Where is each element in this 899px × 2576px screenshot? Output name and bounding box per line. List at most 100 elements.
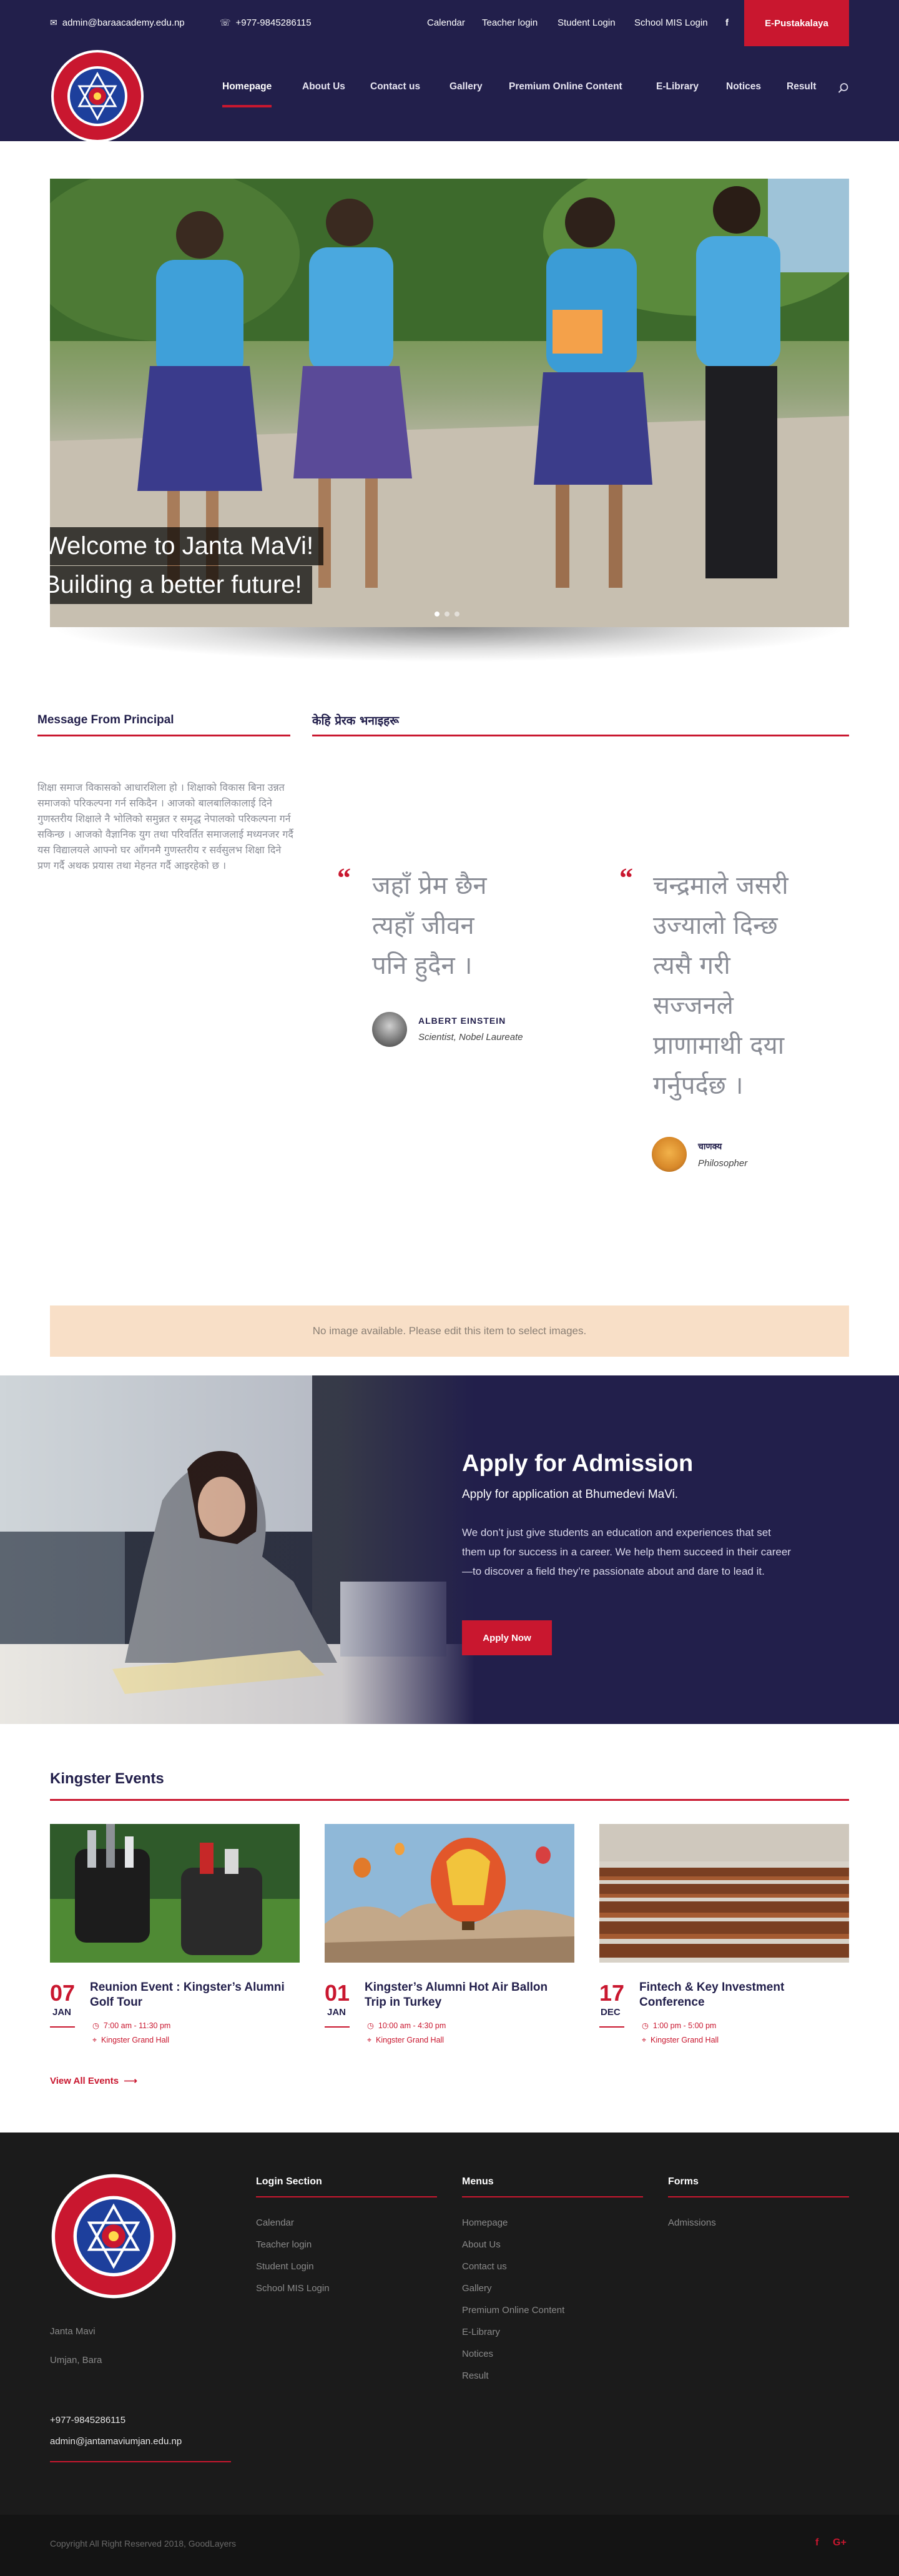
- top-bar: ✉ admin@baraacademy.edu.np ☏ +977-984528…: [0, 0, 899, 46]
- google-plus-icon[interactable]: G+: [833, 2537, 847, 2549]
- topbar-link-student-login[interactable]: Student Login: [558, 17, 616, 28]
- slider-dots: [435, 612, 459, 617]
- view-all-events-link[interactable]: View All Events ⟶: [50, 2075, 137, 2086]
- principal-heading: Message From Principal: [37, 713, 174, 726]
- event-3-month: DEC: [601, 2007, 621, 2018]
- footer-login-link[interactable]: Student Login: [256, 2261, 314, 2272]
- quote-mark-icon: “: [619, 863, 633, 893]
- event-2-location-text: Kingster Grand Hall: [376, 2036, 445, 2044]
- footer-login-link[interactable]: Teacher login: [256, 2239, 312, 2250]
- event-1-image[interactable]: [50, 1824, 300, 1963]
- nav-gallery[interactable]: Gallery: [450, 81, 483, 92]
- topbar-link-teacher-login[interactable]: Teacher login: [482, 17, 538, 28]
- topbar-email[interactable]: ✉ admin@baraacademy.edu.np: [50, 17, 185, 28]
- quote-1-line: त्यहाँ जीवन: [372, 911, 474, 940]
- footer-menu-link[interactable]: Homepage: [462, 2217, 508, 2228]
- nav-notices[interactable]: Notices: [726, 81, 761, 92]
- admission-body: We don’t just give students an education…: [462, 1527, 791, 1577]
- topbar-link-school-mis-login[interactable]: School MIS Login: [634, 17, 708, 28]
- event-3-location: ⌖ Kingster Grand Hall: [642, 2036, 719, 2045]
- footer-email[interactable]: admin@jantamaviumjan.edu.np: [50, 2436, 182, 2447]
- footer-menu-link[interactable]: Notices: [462, 2349, 493, 2359]
- facebook-icon[interactable]: f: [725, 17, 729, 28]
- location-pin-icon: ⌖: [367, 2036, 372, 2044]
- nav-premium-online-content[interactable]: Premium Online Content: [509, 81, 622, 92]
- event-2-title[interactable]: Kingster’s Alumni Hot Air Ballon Trip in…: [365, 1980, 571, 2010]
- event-3-time-text: 1:00 pm - 5:00 pm: [652, 2021, 717, 2030]
- hot-air-balloon-photo: [325, 1824, 574, 1963]
- event-3-location-text: Kingster Grand Hall: [651, 2036, 719, 2044]
- footer-menus-rule: [462, 2196, 643, 2197]
- quote-2-line: गर्नुपर्दछ ।: [653, 1071, 744, 1100]
- event-1-time: ◷ 7:00 am - 11:30 pm: [92, 2021, 170, 2030]
- event-2-image[interactable]: [325, 1824, 574, 1963]
- footer-menu-link[interactable]: Contact us: [462, 2261, 507, 2272]
- event-1-location: ⌖ Kingster Grand Hall: [92, 2036, 169, 2045]
- event-3-date-rule: [599, 2026, 624, 2028]
- footer-contact-rule: [50, 2461, 231, 2462]
- event-2-month: JAN: [327, 2007, 346, 2018]
- footer-menu-link[interactable]: E-Library: [462, 2327, 500, 2337]
- event-1-month: JAN: [52, 2007, 72, 2018]
- main-navbar: Homepage About Us Contact us Gallery Pre…: [0, 46, 899, 142]
- event-2-day: 01: [325, 1980, 350, 2006]
- footer-menu-link[interactable]: Premium Online Content: [462, 2305, 564, 2316]
- nav-homepage[interactable]: Homepage: [222, 81, 272, 107]
- nav-about-us[interactable]: About Us: [302, 81, 345, 92]
- no-image-notice: No image available. Please edit this ite…: [50, 1305, 849, 1357]
- slider-dot[interactable]: [445, 612, 450, 617]
- facebook-icon[interactable]: f: [815, 2537, 818, 2549]
- nav-e-library[interactable]: E-Library: [656, 81, 699, 92]
- auditorium-seats-photo: [599, 1824, 849, 1963]
- event-1-date-rule: [50, 2026, 75, 2028]
- clock-icon: ◷: [367, 2021, 374, 2030]
- nav-result[interactable]: Result: [787, 81, 816, 92]
- clock-icon: ◷: [642, 2021, 649, 2030]
- footer-menu-link[interactable]: Gallery: [462, 2283, 492, 2294]
- event-3-time: ◷ 1:00 pm - 5:00 pm: [642, 2021, 716, 2030]
- footer-login-link[interactable]: Calendar: [256, 2217, 294, 2228]
- footer-login-heading: Login Section: [256, 2176, 322, 2187]
- footer-phone[interactable]: +977-9845286115: [50, 2415, 125, 2425]
- footer-menu-link[interactable]: Result: [462, 2370, 489, 2381]
- event-1-time-text: 7:00 am - 11:30 pm: [103, 2021, 171, 2030]
- quote-2-line: उज्यालो दिन्छ: [653, 911, 778, 940]
- slider-dot[interactable]: [454, 612, 459, 617]
- admission-section: Apply for Admission Apply for applicatio…: [0, 1375, 899, 1724]
- footer-login-link[interactable]: School MIS Login: [256, 2283, 330, 2294]
- search-icon[interactable]: [838, 82, 849, 94]
- quote-2-line: सज्जनले: [653, 991, 734, 1020]
- school-logo[interactable]: [50, 49, 145, 147]
- slider-shadow: [50, 627, 849, 662]
- student-writing-photo: [0, 1375, 474, 1724]
- admission-title: Apply for Admission: [462, 1450, 694, 1477]
- footer-logo[interactable]: [50, 2172, 177, 2303]
- hero-slider[interactable]: Welcome to Janta MaVi! Building a better…: [50, 179, 849, 627]
- event-1-title[interactable]: Reunion Event : Kingster’s Alumni Golf T…: [90, 1980, 296, 2010]
- quote-2-role: Philosopher: [698, 1158, 748, 1169]
- slider-dot-active[interactable]: [435, 612, 440, 617]
- event-3-title[interactable]: Fintech & Key Investment Conference: [639, 1980, 845, 2010]
- footer-menu-link[interactable]: About Us: [462, 2239, 501, 2250]
- quote-1-line: पनि हुदैन ।: [372, 951, 473, 980]
- principal-message: शिक्षा समाज विकासको आधारशिला हो । शिक्षा…: [37, 781, 293, 871]
- e-pustakalaya-button[interactable]: E-Pustakalaya: [744, 0, 849, 46]
- apply-now-button[interactable]: Apply Now: [462, 1620, 552, 1655]
- quotes-heading-rule: [312, 735, 849, 736]
- topbar-link-calendar[interactable]: Calendar: [427, 17, 465, 28]
- event-3-image[interactable]: [599, 1824, 849, 1963]
- topbar-email-text: admin@baraacademy.edu.np: [62, 17, 185, 28]
- principal-heading-rule: [37, 735, 290, 736]
- quote-2-line: त्यसै गरी: [653, 951, 730, 980]
- school-emblem: [51, 2174, 176, 2299]
- event-1-location-text: Kingster Grand Hall: [101, 2036, 170, 2044]
- quote-1-line: जहाँ प्रेम छैन: [372, 871, 487, 900]
- nav-contact-us[interactable]: Contact us: [370, 81, 420, 92]
- topbar-phone[interactable]: ☏ +977-9845286115: [220, 17, 312, 28]
- view-all-events-text: View All Events: [50, 2076, 119, 2086]
- event-3-day: 17: [599, 1980, 625, 2006]
- phone-icon: ☏: [220, 17, 231, 27]
- clock-icon: ◷: [92, 2021, 99, 2030]
- footer-forms-link[interactable]: Admissions: [668, 2217, 716, 2228]
- einstein-avatar: [372, 1012, 407, 1047]
